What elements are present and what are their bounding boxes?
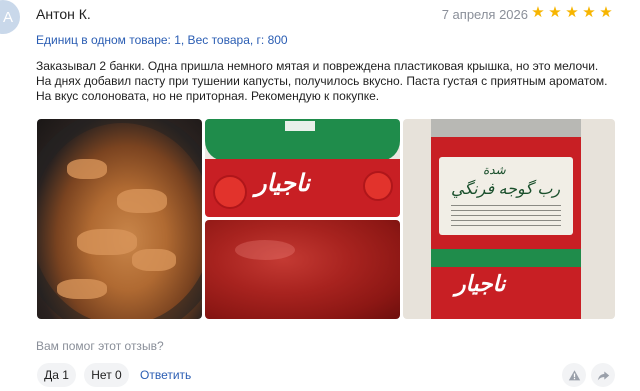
star-icon: ★ <box>582 4 596 21</box>
helpful-question: Вам помог этот отзыв? <box>36 339 164 353</box>
avatar-letter: А <box>2 8 13 26</box>
review-date: 7 апреля 2026 <box>441 7 528 22</box>
share-icon <box>597 370 609 380</box>
star-icon: ★ <box>548 4 562 21</box>
rating-stars: ★ ★ ★ ★ ★ <box>530 5 614 21</box>
avatar: А <box>0 0 20 34</box>
product-meta: Единиц в одном товаре: 1, Вес товара, г:… <box>36 33 288 47</box>
photo-stewed-cabbage[interactable] <box>37 119 202 319</box>
review-author: Антон К. <box>36 6 91 22</box>
share-button[interactable] <box>591 363 615 387</box>
star-icon: ★ <box>599 4 613 21</box>
reply-link[interactable]: Ответить <box>140 368 191 382</box>
photo-tomato-paste-can-lid[interactable]: ﻧﺎﺟﻴﺎﺭ <box>205 119 400 217</box>
photo-tomato-paste-closeup[interactable] <box>205 220 400 319</box>
report-button[interactable] <box>562 363 586 387</box>
helpful-yes-button[interactable]: Да 1 <box>37 363 76 387</box>
helpful-no-button[interactable]: Нет 0 <box>84 363 129 387</box>
star-icon: ★ <box>531 4 545 21</box>
review-text: Заказывал 2 банки. Одна пришла немного м… <box>36 59 608 103</box>
warning-icon <box>568 369 580 380</box>
star-icon: ★ <box>565 4 579 21</box>
photo-tomato-paste-can-label[interactable]: ﺷﺪﺓ ﺭﺏ ﮔﻮﺟﻪ ﻓﺮﻧﮕﻲ ﻧﺎﺟﻴﺎﺭ <box>403 119 615 319</box>
